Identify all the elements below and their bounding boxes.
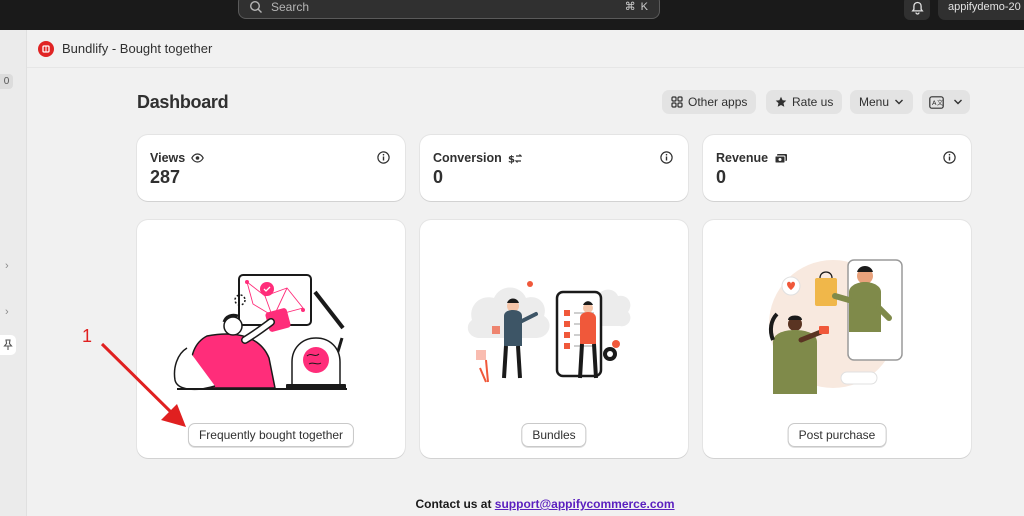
stat-card-views: Views 287 (137, 135, 405, 201)
stat-value: 0 (716, 167, 727, 187)
bundles-button[interactable]: Bundles (521, 423, 587, 447)
app-header: Bundlify - Bought together (27, 30, 1024, 68)
star-icon (775, 96, 787, 107)
search-shortcut: ⌘ K (624, 1, 649, 13)
support-email-link[interactable]: support@appifycommerce.com (495, 497, 675, 511)
bundle-logo-icon (42, 44, 50, 53)
apps-icon (671, 96, 683, 108)
footer-prefix: Contact us at (415, 497, 495, 511)
stat-label: Conversion $ (433, 151, 522, 165)
chevron-down-icon (954, 99, 962, 105)
page-title: Dashboard (137, 92, 229, 112)
info-icon[interactable] (943, 151, 956, 164)
stat-card-conversion: Conversion $ 0 (420, 135, 688, 201)
stat-label-text: Revenue (716, 151, 769, 165)
svg-text:文: 文 (937, 99, 943, 107)
rate-us-label: Rate us (792, 95, 834, 109)
eye-icon (191, 153, 205, 163)
sidebar-badge: 0 (0, 74, 13, 89)
admin-topbar: Search ⌘ K appifydemo-20 (0, 0, 1024, 30)
other-apps-button[interactable]: Other apps (662, 90, 757, 114)
language-button[interactable]: A文 (922, 90, 970, 114)
annotation-number: 1 (82, 326, 93, 346)
post-purchase-button[interactable]: Post purchase (787, 423, 887, 447)
chevron-right-icon[interactable]: › (5, 260, 9, 272)
notifications-button[interactable] (904, 0, 930, 20)
stat-label-text: Conversion (433, 151, 502, 165)
other-apps-label: Other apps (688, 95, 748, 109)
stat-label: Views (150, 151, 205, 165)
chevron-down-icon (895, 99, 904, 105)
stat-card-revenue: Revenue 0 (703, 135, 971, 201)
post-purchase-illustration (768, 259, 903, 394)
stat-value: 0 (433, 167, 444, 187)
info-icon[interactable] (377, 151, 390, 164)
menu-button[interactable]: Menu (850, 90, 914, 114)
frequently-bought-together-button[interactable]: Frequently bought together (187, 423, 355, 447)
bundles-illustration (467, 281, 631, 383)
stat-value: 287 (150, 167, 181, 187)
menu-label: Menu (859, 95, 890, 109)
translate-icon: A文 (929, 95, 944, 109)
search-placeholder: Search (271, 0, 310, 14)
rate-us-button[interactable]: Rate us (766, 90, 843, 114)
pin-button[interactable] (0, 335, 16, 355)
cash-icon (774, 153, 788, 163)
stat-label-text: Views (150, 151, 186, 165)
store-switcher[interactable]: appifydemo-20 (938, 0, 1024, 20)
pin-icon (3, 339, 13, 350)
feature-card-bundles: Bundles (420, 220, 688, 458)
info-icon[interactable] (660, 151, 673, 164)
annotation-arrow (100, 342, 186, 427)
svg-text:$: $ (508, 154, 515, 164)
app-title: Bundlify - Bought together (62, 41, 213, 56)
dollar-swap-icon: $ (508, 153, 522, 164)
chevron-right-icon[interactable]: › (5, 306, 9, 318)
footer-contact: Contact us at support@appifycommerce.com (0, 497, 1024, 511)
search-icon (249, 0, 262, 13)
feature-card-post-purchase: Post purchase (703, 220, 971, 458)
bell-icon (910, 1, 924, 15)
sidebar: 0 › › (0, 30, 27, 516)
app-logo (38, 40, 54, 57)
search-bar[interactable]: Search ⌘ K (238, 0, 660, 19)
stat-label: Revenue (716, 151, 788, 165)
